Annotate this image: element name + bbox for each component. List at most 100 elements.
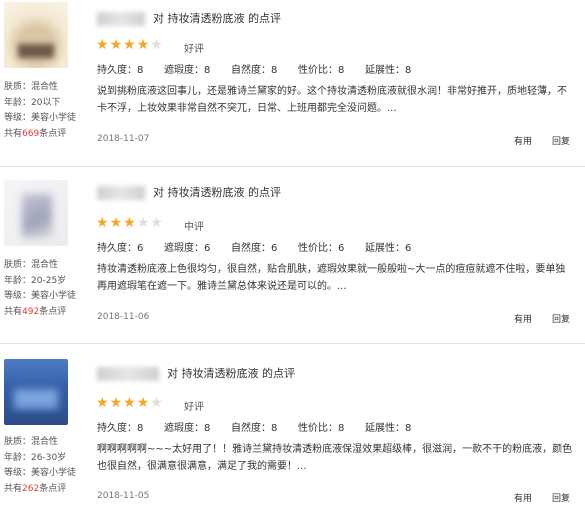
skin-label: 肤质：: [4, 260, 32, 270]
score-value: 8: [137, 65, 144, 76]
star-rating: ★★★★★: [96, 37, 164, 53]
score-value: 8: [405, 65, 412, 76]
skin-value: 混合性: [31, 437, 59, 447]
score-value: 8: [204, 423, 211, 434]
score-value: 8: [338, 423, 345, 434]
useful-button[interactable]: 有用: [514, 491, 532, 504]
star-icon: ★: [96, 37, 110, 53]
score-label: 延展性: [365, 423, 395, 434]
avatar[interactable]: [4, 180, 68, 246]
age-value: 20以下: [31, 97, 61, 108]
star-icon: ★: [109, 37, 124, 53]
score-row: 持久度：8 遮瑕度：8 自然度：8 性价比：8 延展性：8: [97, 61, 411, 76]
review-title: 对 持妆清透粉底液 的点评: [97, 184, 281, 200]
avatar[interactable]: [4, 359, 68, 425]
star-icon: ★: [109, 215, 124, 231]
reply-button[interactable]: 回复: [552, 312, 570, 325]
review-item: 肤质：混合性 年龄：20以下 等级：美容小学徒 共有669条点评 对 持妆清透粉…: [0, 0, 585, 165]
username[interactable]: [97, 186, 145, 200]
useful-button[interactable]: 有用: [514, 134, 532, 147]
rating-label: 好评: [184, 44, 204, 55]
star-rating: ★★★★★: [96, 215, 164, 231]
star-rating: ★★★★★: [96, 395, 164, 411]
level-label: 等级：: [4, 113, 32, 123]
score-value: 8: [405, 423, 412, 434]
skin-label: 肤质：: [4, 437, 32, 447]
skin-label: 肤质：: [4, 82, 32, 92]
count-post: 条点评: [39, 128, 67, 139]
score-value: 6: [338, 243, 345, 254]
score-label: 自然度: [231, 65, 261, 76]
score-label: 延展性: [365, 243, 395, 254]
score-label: 持久度: [97, 423, 127, 434]
review-count[interactable]: 669: [22, 129, 39, 139]
review-content: 说到挑粉底液这回事儿，还是雅诗兰黛家的好。这个持妆清透粉底液就很水润！非常好推开…: [97, 86, 567, 114]
star-icon: ★: [136, 395, 151, 411]
score-value: 6: [271, 243, 278, 254]
age-value: 20-25岁: [31, 275, 67, 286]
score-label: 自然度: [231, 243, 261, 254]
score-value: 8: [271, 423, 278, 434]
useful-button[interactable]: 有用: [514, 312, 532, 325]
reply-button[interactable]: 回复: [552, 491, 570, 504]
score-label: 遮瑕度: [164, 243, 194, 254]
score-label: 遮瑕度: [164, 65, 194, 76]
skin-value: 混合性: [31, 82, 59, 92]
star-empty-icon: ★: [150, 215, 164, 231]
product-link[interactable]: 持妆清透粉底液: [168, 12, 245, 25]
review-item: 肤质：混合性 年龄：26-30岁 等级：美容小学徒 共有262条点评 对 持妆清…: [0, 357, 585, 511]
title-post: 的点评: [244, 12, 281, 25]
score-label: 性价比: [298, 243, 328, 254]
score-label: 性价比: [298, 423, 328, 434]
score-label: 持久度: [97, 243, 127, 254]
user-info: 肤质：混合性 年龄：26-30岁 等级：美容小学徒 共有262条点评: [4, 435, 94, 497]
review-item: 肤质：混合性 年龄：20-25岁 等级：美容小学徒 共有492条点评 对 持妆清…: [0, 178, 585, 343]
score-row: 持久度：6 遮瑕度：6 自然度：6 性价比：6 延展性：6: [97, 239, 411, 254]
score-label: 自然度: [231, 423, 261, 434]
level-label: 等级：: [4, 468, 32, 478]
star-icon: ★: [96, 395, 110, 411]
star-empty-icon: ★: [150, 37, 164, 53]
review-title: 对 持妆清透粉底液 的点评: [97, 10, 281, 26]
title-pre: 对: [153, 12, 168, 25]
score-value: 6: [405, 243, 412, 254]
title-post: 的点评: [244, 186, 281, 199]
level-value: 美容小学徒: [31, 291, 77, 301]
avatar[interactable]: [4, 2, 68, 68]
star-icon: ★: [96, 215, 110, 231]
age-label: 年龄：: [4, 452, 32, 463]
count-pre: 共有: [4, 306, 23, 317]
review-date: 2018-11-05: [97, 491, 150, 501]
username[interactable]: [97, 367, 159, 381]
age-label: 年龄：: [4, 97, 32, 108]
score-value: 8: [137, 423, 144, 434]
score-value: 8: [204, 65, 211, 76]
review-count[interactable]: 492: [22, 307, 39, 317]
star-empty-icon: ★: [150, 395, 164, 411]
review-title: 对 持妆清透粉底液 的点评: [97, 365, 295, 381]
score-value: 8: [338, 65, 345, 76]
score-value: 8: [271, 65, 278, 76]
level-label: 等级：: [4, 291, 32, 301]
username[interactable]: [97, 12, 145, 26]
level-value: 美容小学徒: [31, 113, 77, 123]
title-pre: 对: [153, 186, 168, 199]
title-post: 的点评: [258, 367, 295, 380]
score-value: 6: [204, 243, 211, 254]
score-value: 6: [137, 243, 144, 254]
star-icon: ★: [123, 395, 137, 411]
product-link[interactable]: 持妆清透粉底液: [182, 367, 259, 380]
star-icon: ★: [109, 395, 124, 411]
count-pre: 共有: [4, 128, 23, 139]
review-date: 2018-11-07: [97, 134, 150, 144]
review-count[interactable]: 262: [22, 484, 39, 494]
age-label: 年龄：: [4, 275, 32, 286]
product-link[interactable]: 持妆清透粉底液: [168, 186, 245, 199]
divider: [0, 166, 585, 167]
divider: [0, 343, 585, 344]
title-pre: 对: [167, 367, 182, 380]
score-label: 延展性: [365, 65, 395, 76]
star-icon: ★: [123, 215, 137, 231]
reply-button[interactable]: 回复: [552, 134, 570, 147]
star-icon: ★: [136, 37, 151, 53]
